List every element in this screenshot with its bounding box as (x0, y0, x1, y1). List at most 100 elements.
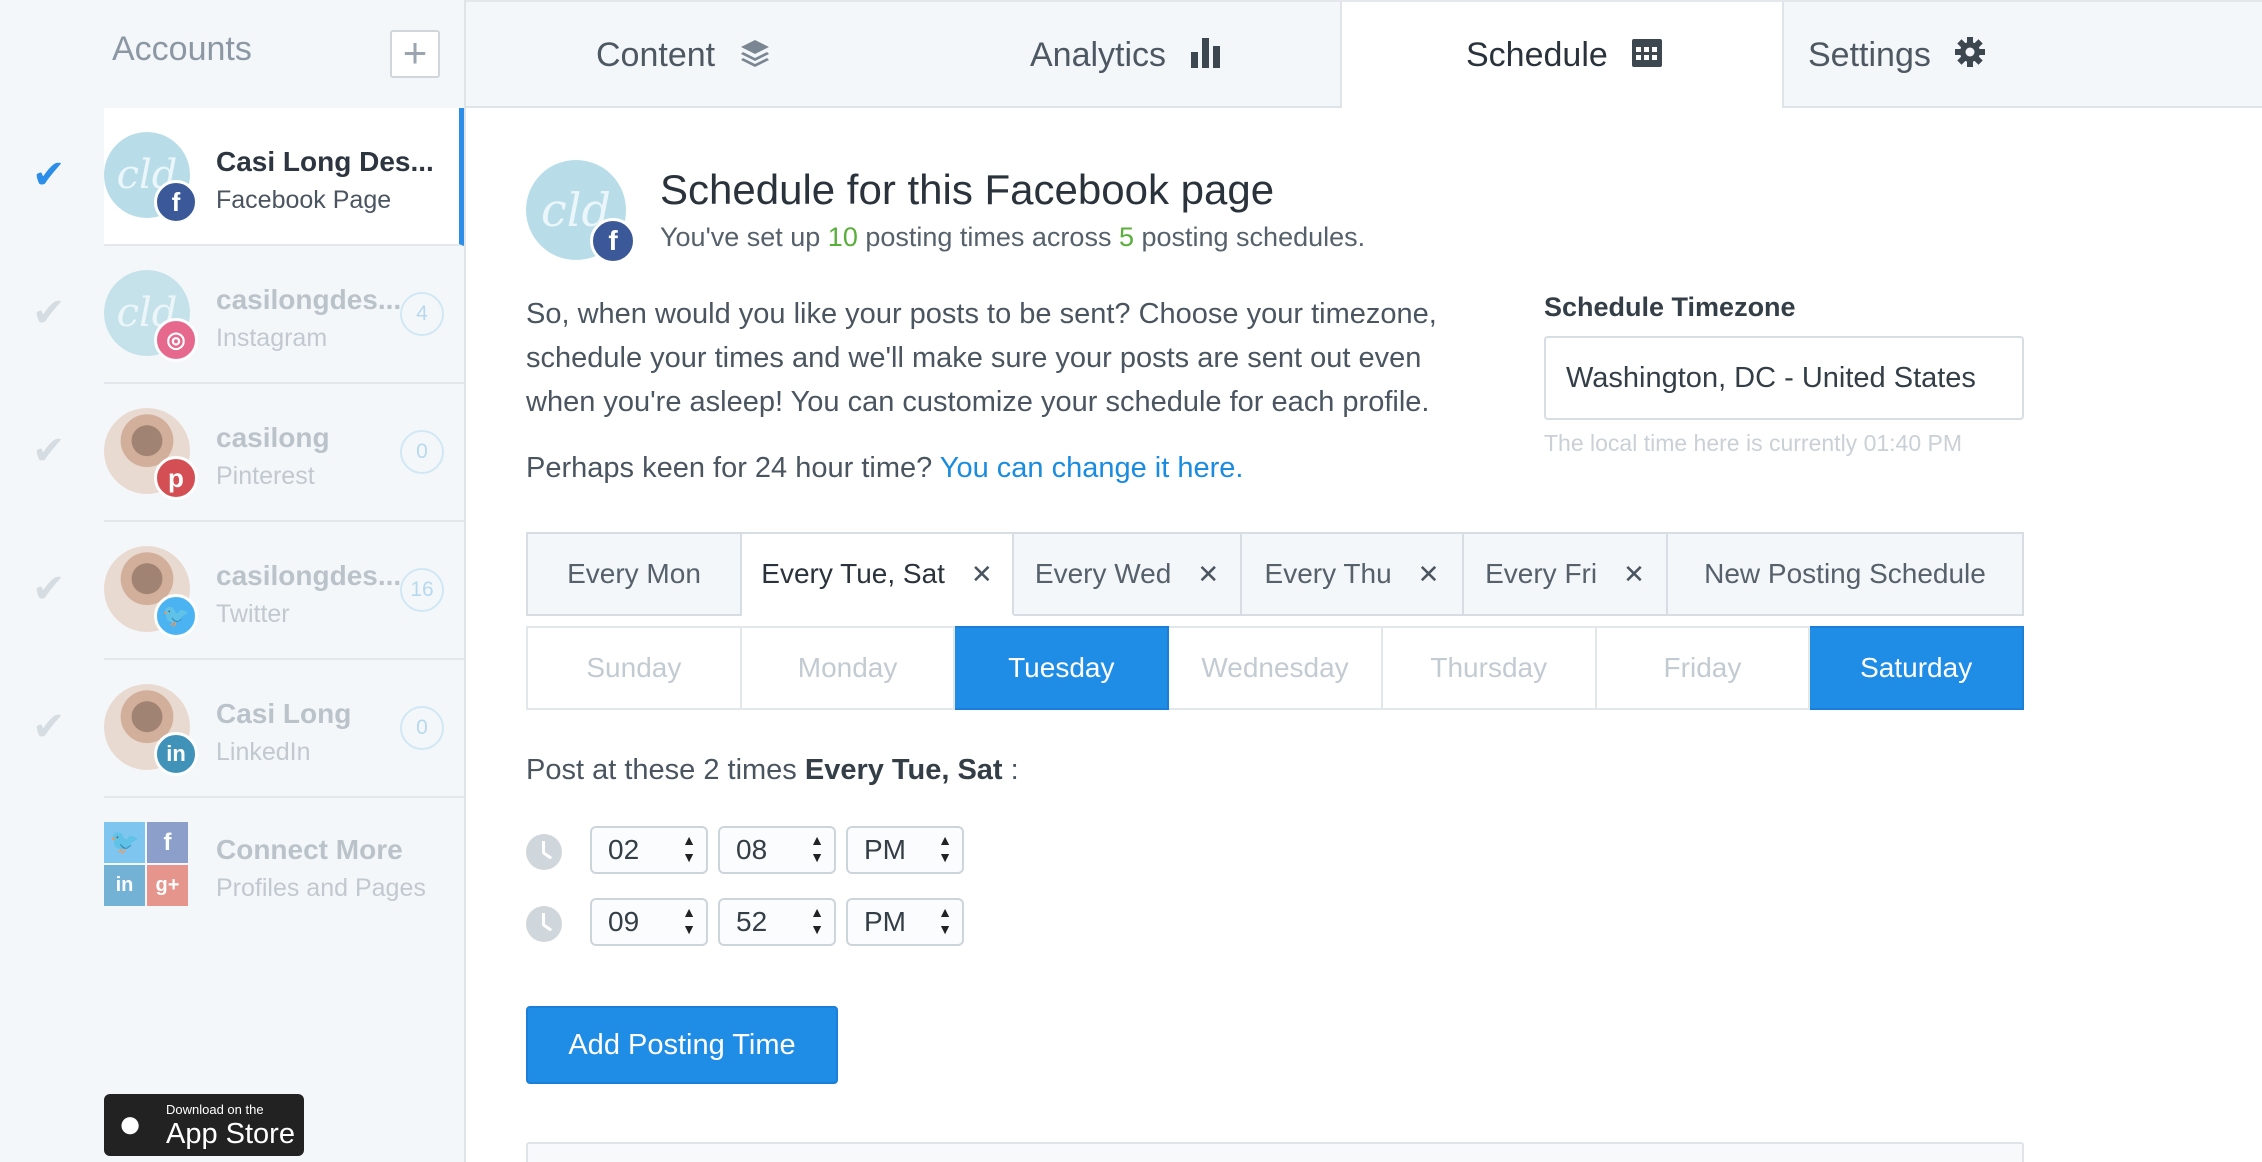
stepper-arrows-icon: ▲ ▼ (938, 904, 952, 937)
schedule-tab-label: Every Tue, Sat (761, 558, 945, 589)
account-type: Instagram (216, 324, 328, 352)
account-card[interactable]: 🐦 casilongdes... Twitter 16 (104, 522, 464, 660)
day-toggle-thursday[interactable]: Thursday (1382, 626, 1597, 710)
add-account-button[interactable]: + (390, 30, 440, 78)
tab-schedule[interactable]: Schedule (1340, 2, 1784, 110)
account-type: LinkedIn (216, 738, 311, 766)
tab-content[interactable]: Content (596, 2, 771, 108)
post-at-text: Post at these 2 times (526, 754, 805, 786)
schedule-tab-label: Every Thu (1264, 558, 1392, 589)
hour-select[interactable]: 02 ▲ ▼ (590, 826, 708, 874)
check-icon: ✔ (32, 429, 66, 473)
tab-label: Content (596, 36, 716, 74)
add-posting-time-button[interactable]: Add Posting Time (526, 1006, 838, 1084)
facebook-icon: f (154, 180, 198, 224)
post-count-badge: 4 (400, 292, 444, 336)
schedule-tab-wed[interactable]: Every Wed ✕ (1014, 532, 1242, 616)
select-value: 09 (608, 906, 640, 937)
account-item-twitter[interactable]: ✔ 🐦 casilongdes... Twitter 16 (0, 522, 464, 660)
bar-chart-icon (1190, 4, 1222, 110)
summary-text: You've set up (660, 222, 828, 252)
account-card[interactable]: p casilong Pinterest 0 (104, 384, 464, 522)
posting-times-count: 10 (827, 222, 858, 252)
local-time-note: The local time here is currently 01:40 P… (1544, 430, 1963, 456)
check-icon: ✔ (32, 153, 66, 197)
post-at-text: : (1002, 754, 1019, 786)
schedule-tab-thu[interactable]: Every Thu ✕ (1242, 532, 1464, 616)
check-icon: ✔ (32, 705, 66, 749)
close-icon[interactable]: ✕ (1197, 559, 1219, 589)
account-name: casilong (216, 422, 330, 453)
account-item-instagram[interactable]: ✔ cld ◎ casilongdes... Instagram 4 (0, 246, 464, 384)
plus-icon: + (402, 29, 428, 76)
tab-label: Settings (1808, 36, 1931, 74)
account-type: Twitter (216, 600, 290, 628)
clock-icon (526, 906, 562, 942)
schedule-tab-label: Every Fri (1485, 558, 1598, 589)
stepper-arrows-icon: ▲ ▼ (682, 832, 696, 865)
gear-icon (1954, 4, 1986, 110)
account-item-facebook[interactable]: ✔ cld f Casi Long Des... Facebook Page (0, 108, 464, 246)
calendar-icon (1631, 4, 1663, 110)
day-selector: Sunday Monday Tuesday Wednesday Thursday… (526, 626, 2025, 710)
hint-text: Perhaps keen for 24 hour time? (526, 452, 940, 484)
schedule-tab-label: Every Wed (1034, 558, 1172, 589)
day-toggle-tuesday[interactable]: Tuesday (955, 626, 1170, 710)
app-store-small-text: Download on the (166, 1102, 264, 1117)
schedule-tab-fri[interactable]: Every Fri ✕ (1464, 532, 1668, 616)
account-item-pinterest[interactable]: ✔ p casilong Pinterest 0 (0, 384, 464, 522)
clock-icon (526, 834, 562, 870)
page-title: Schedule for this Facebook page (660, 166, 1275, 213)
stepper-arrows-icon: ▲ ▼ (682, 904, 696, 937)
close-icon[interactable]: ✕ (1418, 559, 1440, 589)
check-icon: ✔ (32, 291, 66, 335)
schedule-panel: cld f Schedule for this Facebook page Yo… (466, 108, 2262, 1162)
day-toggle-monday[interactable]: Monday (741, 626, 956, 710)
account-name: Casi Long (216, 698, 352, 729)
intro-text: So, when would you like your posts to be… (526, 298, 1437, 418)
schedule-tab-tue-sat[interactable]: Every Tue, Sat ✕ (742, 532, 1014, 616)
account-name: Casi Long Des... (216, 146, 434, 177)
timezone-input[interactable]: Washington, DC - United States (1544, 336, 2024, 420)
day-toggle-sunday[interactable]: Sunday (526, 626, 742, 710)
tab-label: Schedule (1466, 36, 1608, 74)
summary-text: posting schedules. (1133, 222, 1366, 252)
pinterest-icon: p (154, 456, 198, 500)
account-card[interactable]: cld f Casi Long Des... Facebook Page (104, 108, 464, 246)
ampm-select[interactable]: PM ▲ ▼ (846, 826, 964, 874)
tab-analytics[interactable]: Analytics (1030, 2, 1222, 108)
schedule-tab-label: Every Mon (567, 558, 701, 589)
posting-schedules-count: 5 (1118, 222, 1134, 252)
social-networks-icon: 🐦 f in g+ (104, 822, 188, 906)
day-toggle-saturday[interactable]: Saturday (1810, 626, 2025, 710)
account-card[interactable]: cld ◎ casilongdes... Instagram 4 (104, 246, 464, 384)
tab-settings[interactable]: Settings (1808, 2, 1986, 108)
posting-schedule-tabs: Every Mon Every Tue, Sat ✕ Every Wed ✕ Eve… (526, 532, 2024, 616)
twitter-icon: 🐦 (154, 594, 198, 638)
post-count-badge: 16 (400, 568, 444, 612)
connect-more-subtitle: Profiles and Pages (216, 874, 426, 902)
schedule-tab-label: New Posting Schedule (1704, 558, 1986, 589)
minute-select[interactable]: 08 ▲ ▼ (718, 826, 836, 874)
account-item-linkedin[interactable]: ✔ in Casi Long LinkedIn 0 (0, 660, 464, 798)
schedule-tab-mon[interactable]: Every Mon (526, 532, 742, 616)
timezone-label: Schedule Timezone (1544, 292, 1796, 322)
day-toggle-friday[interactable]: Friday (1596, 626, 1811, 710)
new-posting-schedule-tab[interactable]: New Posting Schedule (1668, 532, 2024, 616)
minute-select[interactable]: 52 ▲ ▼ (718, 898, 836, 946)
time-format-hint: Perhaps keen for 24 hour time? You can c… (526, 452, 1243, 485)
account-card[interactable]: in Casi Long LinkedIn 0 (104, 660, 464, 798)
linkedin-icon: in (154, 732, 198, 776)
close-icon[interactable]: ✕ (971, 559, 993, 589)
stepper-arrows-icon: ▲ ▼ (810, 832, 824, 865)
app-store-badge[interactable]: ● Download on the App Store (104, 1094, 304, 1156)
day-toggle-wednesday[interactable]: Wednesday (1169, 626, 1383, 710)
ampm-select[interactable]: PM ▲ ▼ (846, 898, 964, 946)
close-icon[interactable]: ✕ (1623, 559, 1645, 589)
change-time-format-link[interactable]: You can change it here. (940, 452, 1244, 484)
hour-select[interactable]: 09 ▲ ▼ (590, 898, 708, 946)
accounts-sidebar: Accounts + ✔ cld f Casi Long Des... Face… (0, 0, 466, 1162)
post-count-badge: 0 (400, 430, 444, 474)
select-value: 08 (736, 834, 768, 865)
select-value: PM (864, 834, 906, 865)
